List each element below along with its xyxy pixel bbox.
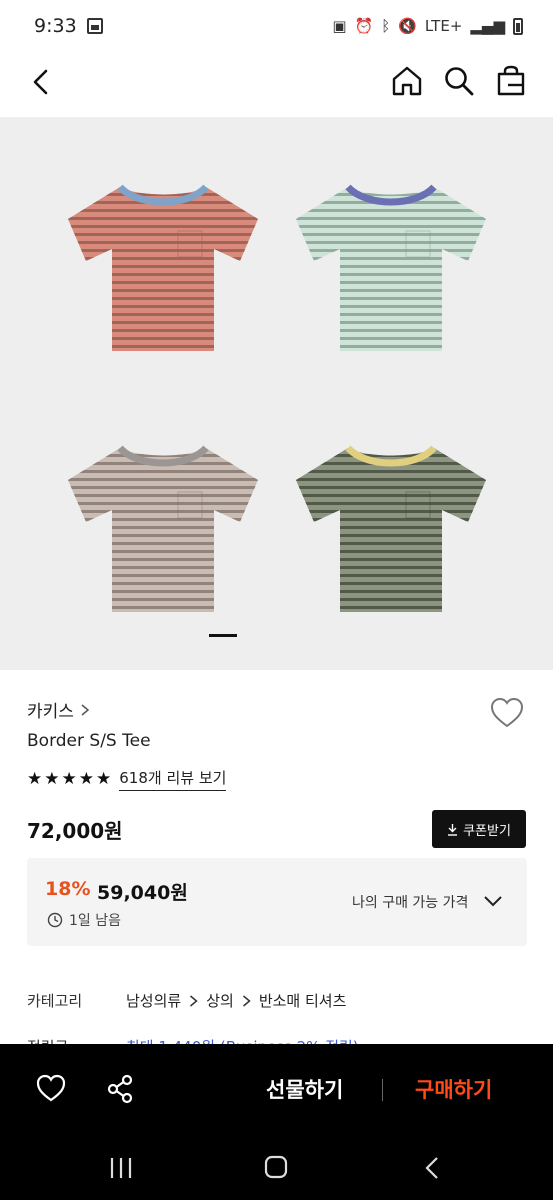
star-icon: ★ [44, 768, 60, 789]
bottom-action-bar: 선물하기 구매하기 [0, 1044, 553, 1138]
tshirt-image-grey [68, 445, 258, 612]
buy-button[interactable]: 구매하기 [415, 1074, 492, 1104]
chevron-down-icon[interactable] [483, 894, 503, 908]
data-saver-icon: ▣ [332, 17, 347, 35]
bluetooth-icon: ᛒ [381, 17, 391, 35]
signal-icon: ▂▄▆ [470, 17, 505, 35]
system-nav-bar [0, 1138, 553, 1200]
star-icon: ★ [27, 768, 43, 789]
system-home-icon[interactable] [264, 1155, 288, 1179]
status-time: 9:33 [34, 15, 77, 37]
product-image-gallery[interactable] [0, 117, 553, 670]
heart-icon[interactable] [490, 697, 524, 729]
top-nav [0, 52, 553, 116]
coupon-button[interactable]: 쿠폰받기 [432, 810, 526, 848]
status-icons: ▣ ⏰ ᛒ 🔇 LTE+ ▂▄▆ [332, 17, 523, 35]
star-icon: ★ [96, 768, 112, 789]
clock-icon [47, 912, 63, 928]
heart-icon[interactable] [36, 1074, 66, 1102]
download-icon [448, 823, 458, 836]
original-price: 72,000원 [27, 819, 123, 843]
gallery-pager-indicator [209, 634, 237, 637]
divider [382, 1079, 383, 1101]
home-icon[interactable] [390, 64, 424, 98]
recent-apps-icon[interactable] [108, 1156, 134, 1180]
tshirt-image-olive [296, 445, 486, 612]
mute-icon: 🔇 [398, 17, 417, 35]
gift-button[interactable]: 선물하기 [266, 1074, 343, 1104]
shopping-bag-icon[interactable] [494, 64, 528, 98]
product-title: Border S/S Tee [27, 731, 151, 751]
discount-rate: 18% [45, 878, 91, 900]
tshirt-image-mint [296, 184, 486, 351]
status-bar: 9:33 ▣ ⏰ ᛒ 🔇 LTE+ ▂▄▆ [0, 0, 553, 52]
chevron-right-icon [242, 994, 251, 1007]
back-arrow-icon[interactable] [26, 66, 58, 98]
category-crumb[interactable]: 남성의류 [126, 990, 181, 1011]
tshirt-image-coral [68, 184, 258, 351]
review-link[interactable]: 618개 리뷰 보기 [119, 767, 227, 791]
star-icon: ★ [78, 768, 94, 789]
gallery-icon [86, 18, 103, 34]
category-crumb[interactable]: 반소매 티셔츠 [259, 990, 347, 1011]
remaining-time: 1일 남음 [69, 913, 121, 929]
network-type: LTE+ [424, 17, 463, 35]
category-row: 카테고리 남성의류 상의 반소매 티셔츠 [27, 990, 346, 1011]
search-icon[interactable] [442, 64, 476, 98]
coupon-label: 쿠폰받기 [463, 823, 511, 839]
category-label: 카테고리 [27, 992, 83, 1010]
star-icon: ★ [61, 768, 77, 789]
discount-box: 18% 59,040원 1일 남음 나의 구매 가능 가격 [27, 858, 527, 946]
system-back-icon[interactable] [424, 1156, 440, 1180]
share-icon[interactable] [106, 1074, 134, 1104]
discount-price: 59,040원 [97, 882, 188, 904]
my-price-toggle[interactable]: 나의 구매 가능 가격 [352, 892, 468, 912]
rating-row: ★ ★ ★ ★ ★ 618개 리뷰 보기 [27, 767, 227, 791]
battery-icon [513, 17, 523, 35]
brand-link[interactable]: 카키스 [27, 697, 90, 722]
chevron-right-icon [190, 994, 198, 1007]
chevron-right-icon [81, 703, 90, 716]
category-crumb[interactable]: 상의 [206, 990, 234, 1011]
alarm-icon: ⏰ [354, 17, 374, 35]
brand-name: 카키스 [27, 702, 74, 722]
